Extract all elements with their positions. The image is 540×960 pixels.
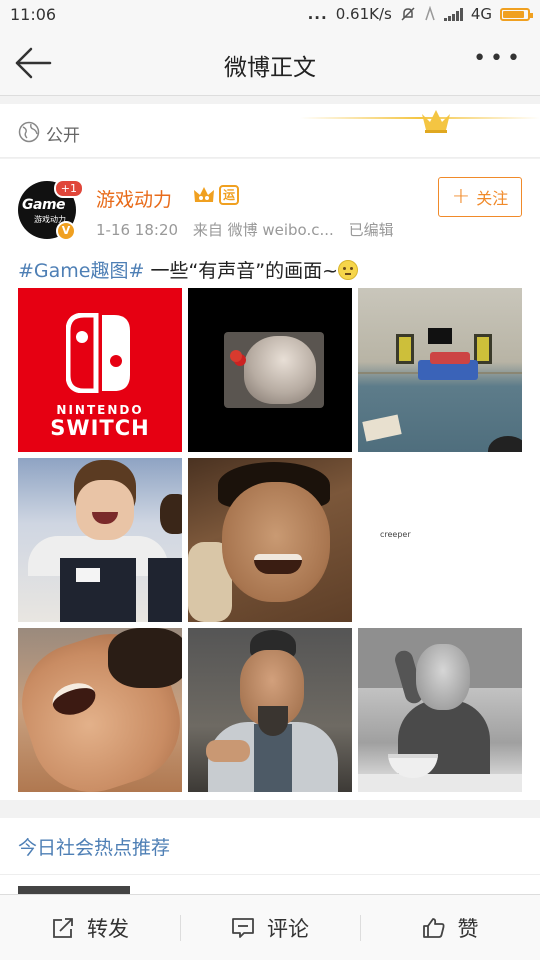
- avatar-text: Game: [22, 197, 66, 213]
- status-right: ... 0.61K/s 4G: [307, 5, 533, 23]
- hot-topics-title[interactable]: 今日社会热点推荐: [18, 833, 170, 860]
- post-content: 一些“有声音”的画面~: [144, 260, 339, 282]
- crown-icon: [194, 187, 214, 202]
- image-crying-face[interactable]: [188, 458, 352, 622]
- status-bar: 11:06 ... 0.61K/s 4G: [0, 0, 540, 32]
- drama-beard: [258, 706, 288, 736]
- image-bald-head[interactable]: [188, 288, 352, 452]
- shop-second-apron: [148, 558, 182, 622]
- room-flag: [428, 328, 452, 344]
- like-label: 赞: [457, 916, 479, 941]
- hot-topics-section: 今日社会热点推荐: [0, 818, 540, 898]
- avatar[interactable]: Game 游戏动力 +1 V: [18, 179, 84, 241]
- crown-decoration: [300, 110, 540, 133]
- follow-button[interactable]: + 关注: [438, 177, 522, 217]
- head-flower: [230, 350, 242, 362]
- visibility-label: 公开: [46, 126, 80, 146]
- image-creeper[interactable]: creeper: [358, 458, 522, 622]
- page-title: 微博正文: [224, 55, 316, 81]
- visibility-bar: 公开: [0, 104, 540, 158]
- comment-button[interactable]: 评论: [180, 895, 360, 960]
- post-source: 来自 微博 weibo.c...: [192, 221, 334, 239]
- switch-line2: SWITCH: [50, 416, 150, 440]
- post-meta: 1-16 18:20 来自 微博 weibo.c... 已编辑: [96, 219, 404, 240]
- battery-icon: [500, 7, 533, 21]
- old-head: [416, 644, 470, 710]
- image-yelling-man[interactable]: [18, 628, 182, 792]
- nintendo-switch-logo-icon: [66, 313, 130, 393]
- like-icon: [422, 917, 444, 938]
- repost-button[interactable]: 转发: [0, 895, 180, 960]
- avatar-badge: +1: [53, 179, 84, 198]
- mute-icon: [401, 7, 415, 21]
- shop-face: [76, 480, 134, 540]
- network-type: 4G: [470, 5, 492, 23]
- room-sign-left: [396, 334, 414, 364]
- like-button[interactable]: 赞: [360, 895, 540, 960]
- image-game-room[interactable]: [358, 288, 522, 452]
- yell-hair: [108, 628, 182, 688]
- face-mouth: [254, 554, 302, 574]
- image-shop-staff[interactable]: [18, 458, 182, 622]
- shop-second-person: [160, 494, 182, 534]
- signal-icon: [443, 7, 463, 21]
- divider: [0, 874, 540, 875]
- face-skin: [222, 482, 330, 602]
- status-dots: ...: [307, 5, 328, 23]
- post-time: 1-16 18:20: [96, 221, 179, 239]
- switch-line1: NINTENDO: [56, 403, 144, 417]
- image-nintendo-switch[interactable]: NINTENDO SWITCH: [18, 288, 182, 452]
- verified-badge: V: [56, 221, 76, 241]
- comment-icon: [232, 917, 254, 938]
- image-old-man[interactable]: [358, 628, 522, 792]
- repost-label: 转发: [87, 916, 129, 941]
- post-edited: 已编辑: [348, 221, 394, 239]
- thinking-emoji-icon: [338, 260, 359, 280]
- drama-hand: [206, 740, 250, 762]
- room-sign-right: [474, 334, 492, 364]
- globe-icon: [18, 121, 40, 143]
- creeper-caption: creeper: [380, 530, 411, 539]
- bottom-toolbar: 转发 评论 赞: [0, 894, 540, 960]
- network-speed: 0.61K/s: [335, 5, 392, 23]
- username[interactable]: 游戏动力: [96, 185, 172, 212]
- follow-label: 关注: [476, 189, 509, 208]
- repost-icon: [53, 917, 73, 938]
- room-object: [488, 436, 522, 452]
- plus-icon: +: [451, 184, 471, 209]
- image-period-drama[interactable]: [188, 628, 352, 792]
- post-card: Game 游戏动力 +1 V 游戏动力 运 1-16 18:20 来自 微博 w…: [0, 159, 540, 800]
- head-skull: [244, 336, 316, 404]
- nav-bar: 微博正文 •••: [0, 32, 540, 96]
- no-sim-icon: [425, 6, 435, 21]
- shop-nametag: [76, 568, 100, 582]
- room-blanket: [430, 352, 470, 364]
- comment-label: 评论: [267, 916, 309, 941]
- hashtag-link[interactable]: #Game趣图#: [18, 260, 144, 282]
- more-dots-icon[interactable]: •••: [473, 46, 524, 71]
- room-paper: [362, 414, 402, 442]
- status-time: 11:06: [10, 5, 57, 24]
- image-grid: NINTENDO SWITCH creeper: [18, 288, 522, 792]
- yun-badge: 运: [219, 185, 239, 205]
- post-text: #Game趣图# 一些“有声音”的画面~: [18, 256, 359, 283]
- old-table: [358, 774, 522, 792]
